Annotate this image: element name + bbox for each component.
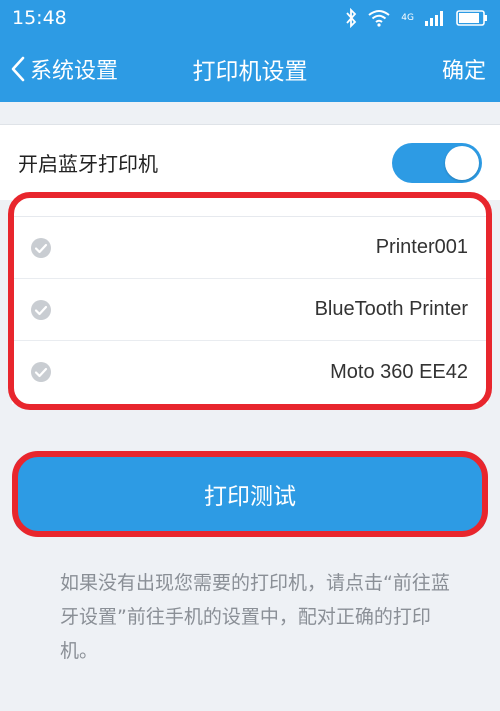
back-button-label: 系统设置 (30, 59, 119, 84)
chevron-left-icon (11, 56, 25, 82)
nav-bar: 系统设置 打印机设置 确定 (0, 36, 500, 102)
printer-list-items: Printer001 BlueTooth Printer Moto 360 EE… (12, 216, 488, 403)
bluetooth-icon (346, 8, 357, 28)
bluetooth-printer-row: 开启蓝牙打印机 (0, 124, 500, 200)
check-circle-icon (31, 299, 51, 320)
bluetooth-printer-label: 开启蓝牙打印机 (18, 152, 158, 176)
printer-item[interactable]: BlueTooth Printer (12, 279, 488, 341)
confirm-button[interactable]: 确定 (442, 36, 486, 102)
printer-item[interactable]: Printer001 (12, 217, 488, 279)
battery-icon (456, 10, 487, 26)
wifi-icon (368, 10, 390, 27)
print-test-button[interactable]: 打印测试 (14, 456, 486, 532)
printer-list: Printer001 BlueTooth Printer Moto 360 EE… (12, 198, 488, 404)
printer-item[interactable]: Moto 360 EE42 (12, 341, 488, 403)
network-type-label: 4G (401, 12, 414, 23)
check-circle-icon (31, 362, 51, 382)
signal-icon (425, 11, 443, 26)
status-icons: 4G (345, 8, 488, 28)
bluetooth-printer-toggle[interactable] (392, 142, 482, 183)
printer-name: Printer001 (375, 236, 468, 258)
back-button[interactable]: 系统设置 (10, 36, 118, 102)
printer-name: BlueTooth Printer (314, 298, 468, 320)
hint-text: 如果没有出现您需要的打印机，请点击“前往蓝牙设置”前往手机的设置中，配对正确的打… (60, 572, 450, 662)
status-time: 15:48 (12, 7, 67, 29)
toggle-knob (445, 145, 479, 180)
check-circle-icon (31, 237, 51, 258)
status-bar: 15:48 4G (0, 0, 500, 36)
printer-name: Moto 360 EE42 (330, 360, 468, 383)
